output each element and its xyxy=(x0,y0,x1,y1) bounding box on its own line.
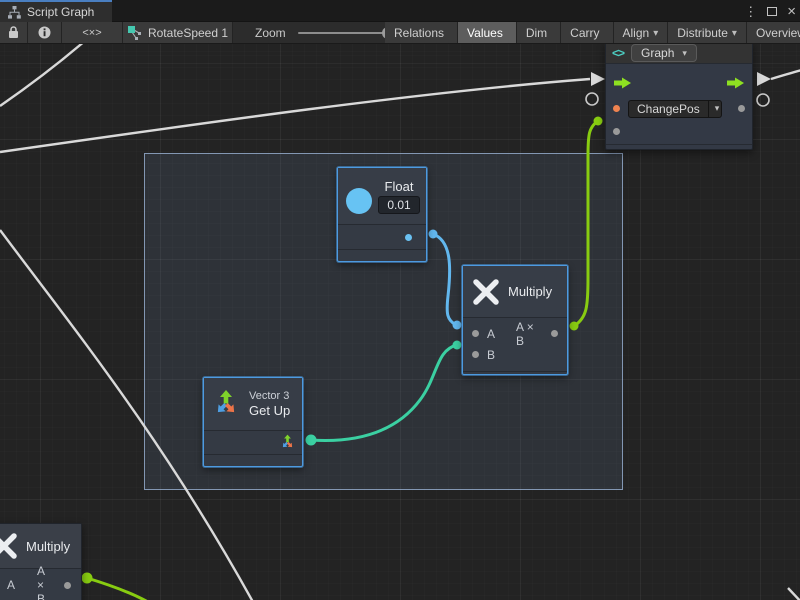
wire-endpoint-multiply-a xyxy=(453,321,462,330)
changepos-dropdown[interactable]: ChangePos ▾ xyxy=(628,100,722,118)
toggle-relations[interactable]: Relations xyxy=(385,22,458,44)
menu-dots-icon[interactable]: ⋮ xyxy=(744,5,757,18)
wire-float-to-multiply-a[interactable] xyxy=(433,234,456,325)
window-controls: ⋮ × xyxy=(744,0,796,22)
node-multiply[interactable]: Multiply A A × B B xyxy=(462,265,568,375)
value-port[interactable] xyxy=(738,105,745,112)
graph-canvas[interactable]: <> Graph ▾ xyxy=(0,44,800,600)
node-graph-output[interactable]: <> Graph ▾ xyxy=(605,44,753,150)
maximize-icon[interactable] xyxy=(767,7,777,16)
wire-control-out[interactable] xyxy=(771,70,800,79)
toolbar-toggles: Relations Values Dim Carry Align▾ Distri… xyxy=(385,22,800,44)
multiply-node-body: A A × B B xyxy=(463,318,567,371)
chevron-down-icon: ▾ xyxy=(708,101,722,117)
code-brackets-icon: <> xyxy=(612,46,624,60)
flow-arrowhead-in xyxy=(591,72,605,86)
zoom-slider[interactable] xyxy=(298,32,392,34)
graph-breadcrumb[interactable]: RotateSpeed 1 xyxy=(123,22,233,43)
toggle-align[interactable]: Align▾ xyxy=(614,22,669,44)
toggle-values[interactable]: Values xyxy=(458,22,517,44)
lock-button[interactable] xyxy=(0,22,28,43)
port-label-out: A × B xyxy=(37,564,46,600)
multiply-b-port[interactable] xyxy=(472,351,479,358)
node-multiply-2[interactable]: Multiply A A × B xyxy=(0,523,82,600)
script-graph-icon xyxy=(8,6,21,19)
graph-breadcrumb-label: RotateSpeed 1 xyxy=(148,26,228,40)
float-node-header: Float 0.01 xyxy=(338,168,426,225)
unconnected-port-right[interactable] xyxy=(757,94,769,106)
graph-dropdown-button[interactable]: Graph ▾ xyxy=(631,44,697,62)
port-label-a: A xyxy=(7,578,15,592)
vector3-node-header: Vector 3 Get Up xyxy=(204,378,302,431)
float-node-body xyxy=(338,225,426,249)
close-icon[interactable]: × xyxy=(787,4,796,19)
multiply-icon xyxy=(0,533,17,559)
changepos-input-port[interactable] xyxy=(613,105,620,112)
wire-endpoint-multiply2-out xyxy=(82,573,93,584)
float-node-title: Float xyxy=(385,179,414,194)
port-label-b: B xyxy=(487,348,495,362)
multiply2-node-title: Multiply xyxy=(26,539,70,554)
wire-white-corner[interactable] xyxy=(788,588,800,600)
node-vector3-getup[interactable]: Vector 3 Get Up xyxy=(203,377,303,467)
vector3-output-port-icon[interactable] xyxy=(279,434,296,451)
lock-icon xyxy=(8,26,19,39)
code-view-button[interactable]: <×> xyxy=(62,22,123,43)
unconnected-port-left[interactable] xyxy=(586,93,598,105)
code-icon: <×> xyxy=(82,27,101,39)
graph-node-header: <> Graph ▾ xyxy=(606,44,752,64)
script-graph-window: Script Graph ⋮ × <×> xyxy=(0,0,800,600)
tab-bar: Script Graph ⋮ × xyxy=(0,0,800,22)
node-footer xyxy=(338,249,426,259)
graph-node-icon xyxy=(127,25,142,40)
tab-title: Script Graph xyxy=(27,5,94,19)
flow-out-arrow-icon[interactable] xyxy=(726,77,745,89)
vector3-node-subtitle: Vector 3 xyxy=(249,390,289,402)
toggle-dim[interactable]: Dim xyxy=(517,22,561,44)
wire-multiply2-out[interactable] xyxy=(87,578,148,600)
value-port[interactable] xyxy=(613,128,620,135)
info-icon xyxy=(38,26,51,39)
wire-white-topleft[interactable] xyxy=(0,44,86,106)
flow-arrowhead-out xyxy=(757,72,771,86)
float-type-icon xyxy=(346,188,372,214)
wire-control-in[interactable] xyxy=(0,79,590,152)
toggle-distribute[interactable]: Distribute▾ xyxy=(668,22,747,44)
tab-script-graph[interactable]: Script Graph xyxy=(0,0,112,22)
node-float[interactable]: Float 0.01 xyxy=(337,167,427,262)
multiply2-node-header: Multiply xyxy=(0,524,81,569)
multiply-a-port[interactable] xyxy=(472,330,479,337)
wire-endpoint-getup xyxy=(306,435,317,446)
wire-endpoint-float xyxy=(429,230,438,239)
toggle-carry[interactable]: Carry xyxy=(561,22,613,44)
node-footer xyxy=(463,371,567,381)
wire-endpoint-multiply-out xyxy=(570,322,579,331)
toggle-overview[interactable]: Overview xyxy=(747,22,800,44)
vector3-node-title: Get Up xyxy=(249,403,290,418)
flow-in-arrow-icon[interactable] xyxy=(613,77,632,89)
wire-endpoint-changepos xyxy=(594,117,603,126)
port-label-a: A xyxy=(487,327,495,341)
wire-getup-to-multiply-b[interactable] xyxy=(311,345,457,440)
wire-multiply-to-changepos[interactable] xyxy=(574,121,598,326)
info-button[interactable] xyxy=(28,22,62,43)
chevron-down-icon: ▾ xyxy=(682,48,687,59)
graph-toolbar: <×> RotateSpeed 1 Zoom 1x Relations Valu… xyxy=(0,22,800,44)
wire-endpoint-multiply-b xyxy=(453,341,462,350)
multiply-icon xyxy=(473,279,499,305)
zoom-label: Zoom xyxy=(255,26,286,40)
graph-node-body: ChangePos ▾ xyxy=(606,64,752,141)
multiply-out-port[interactable] xyxy=(551,330,558,337)
vector3-icon xyxy=(211,389,241,419)
node-footer xyxy=(204,454,302,464)
vector3-node-body xyxy=(204,431,302,454)
multiply-node-title: Multiply xyxy=(508,284,552,299)
node-footer xyxy=(606,144,752,154)
multiply2-out-port[interactable] xyxy=(64,582,71,589)
float-value-field[interactable]: 0.01 xyxy=(378,196,420,214)
float-output-port[interactable] xyxy=(405,234,412,241)
port-label-out: A × B xyxy=(516,320,535,348)
multiply-node-header: Multiply xyxy=(463,266,567,318)
multiply2-node-body: A A × B xyxy=(0,569,81,600)
